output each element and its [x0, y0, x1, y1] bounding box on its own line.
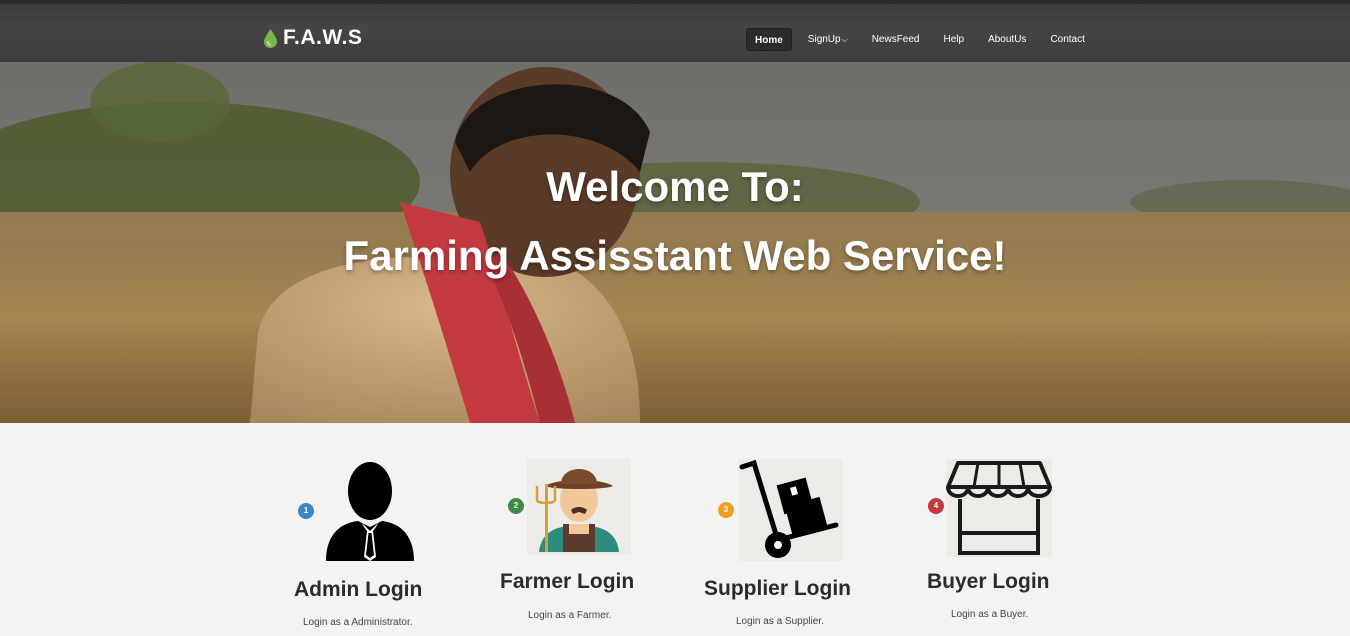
leaf-drop-icon	[264, 28, 277, 48]
nav-contact-label: Contact	[1050, 34, 1085, 45]
nav-home[interactable]: Home	[746, 28, 792, 51]
brand-name: F.A.W.S	[283, 26, 363, 49]
admin-person-icon	[326, 462, 414, 561]
buyer-login-title[interactable]: Buyer Login	[927, 570, 1050, 594]
step-badge-3: 3	[718, 502, 734, 518]
nav-home-label: Home	[755, 35, 783, 46]
admin-login-title[interactable]: Admin Login	[294, 578, 422, 602]
brand-logo[interactable]: F.A.W.S	[264, 26, 362, 50]
step-badge-4: 4	[928, 498, 944, 514]
hand-truck-icon	[738, 459, 842, 561]
supplier-login-desc: Login as a Supplier.	[736, 616, 824, 627]
top-navbar: F.A.W.S Home SignUp⌵ NewsFeed Help About…	[0, 0, 1350, 62]
nav-help[interactable]: Help	[936, 28, 973, 51]
nav-signup-label: SignUp	[807, 34, 841, 45]
chevron-down-icon: ⌵	[841, 35, 848, 44]
farmer-login-desc: Login as a Farmer.	[528, 610, 612, 621]
hero-banner: Welcome To: Farming Assisstant Web Servi…	[0, 62, 1350, 423]
farmer-icon	[527, 458, 631, 554]
supplier-login-title[interactable]: Supplier Login	[704, 577, 851, 601]
farmer-login-title[interactable]: Farmer Login	[500, 570, 634, 594]
step-badge-1: 1	[298, 503, 314, 519]
main-nav: Home SignUp⌵ NewsFeed Help AboutUs Conta…	[746, 28, 1101, 51]
nav-contact[interactable]: Contact	[1042, 28, 1092, 51]
market-stall-icon	[946, 459, 1052, 557]
hero-title-line2: Farming Assisstant Web Service!	[343, 232, 1007, 279]
nav-newsfeed-label: NewsFeed	[871, 34, 920, 45]
nav-help-label: Help	[943, 34, 965, 45]
admin-login-desc: Login as a Administrator.	[303, 617, 413, 628]
nav-aboutus[interactable]: AboutUs	[980, 28, 1034, 51]
buyer-login-desc: Login as a Buyer.	[951, 609, 1029, 620]
hero-title-line1: Welcome To:	[546, 163, 804, 210]
nav-newsfeed[interactable]: NewsFeed	[864, 28, 928, 51]
nav-signup[interactable]: SignUp⌵	[800, 28, 856, 51]
login-options: 1 Admin Login Login as a Administrator. …	[0, 423, 1350, 636]
nav-aboutus-label: AboutUs	[988, 34, 1027, 45]
step-badge-2: 2	[508, 498, 524, 514]
